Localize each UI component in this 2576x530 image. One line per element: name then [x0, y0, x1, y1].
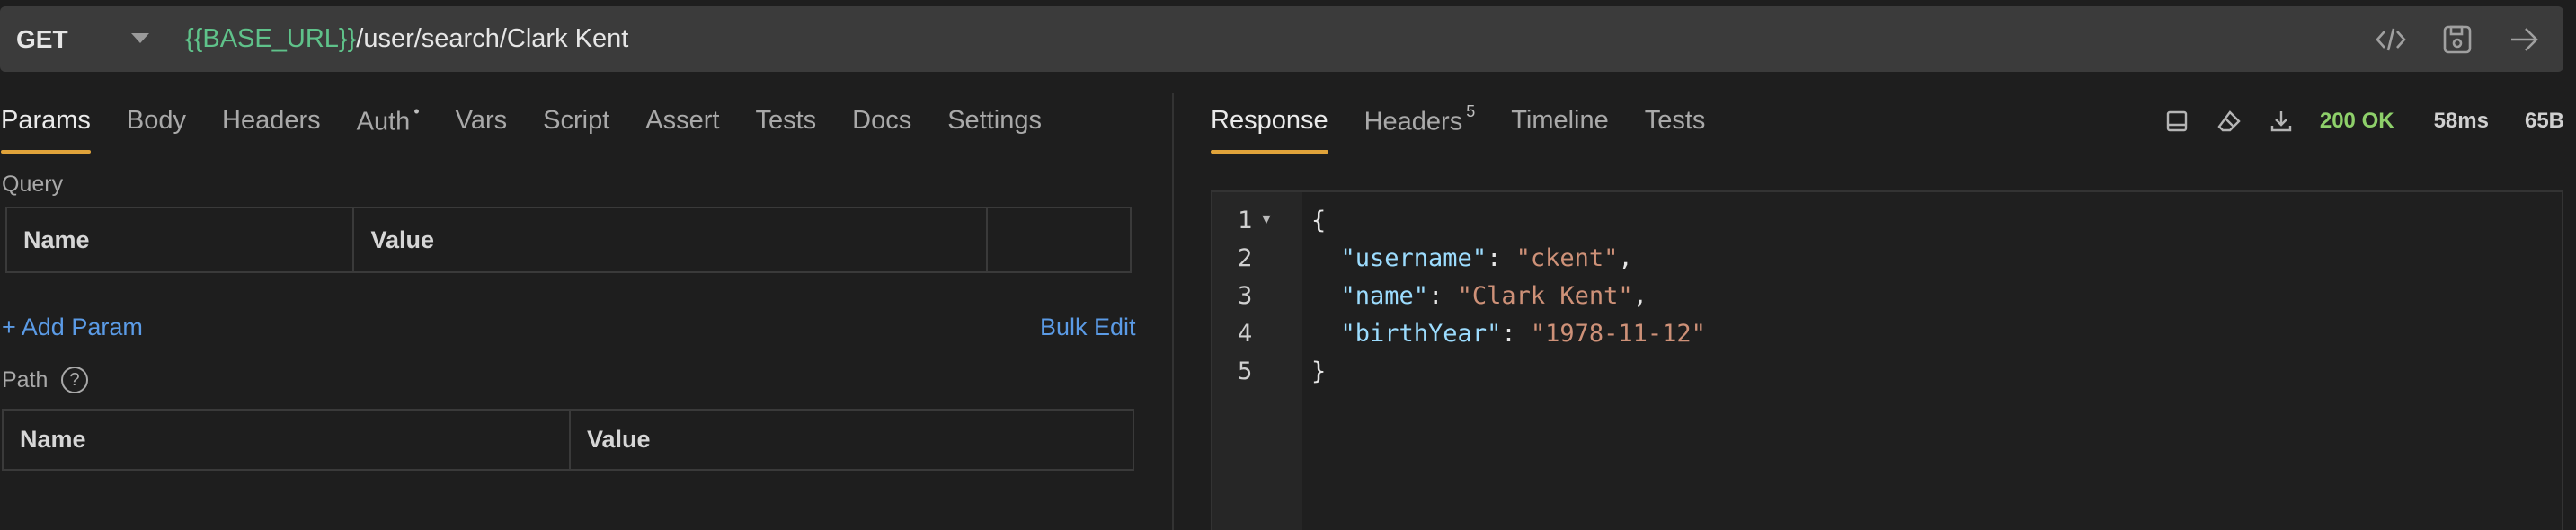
send-arrow-icon[interactable]: [2506, 22, 2542, 57]
tab-timeline[interactable]: Timeline: [1511, 106, 1609, 154]
download-icon[interactable]: [2268, 108, 2295, 135]
url-bar: GET {{BASE_URL}}/user/search/Clark Kent: [0, 6, 2563, 72]
query-name-header: Name: [4, 207, 355, 273]
path-value-header: Value: [568, 409, 1135, 471]
url-input[interactable]: {{BASE_URL}}/user/search/Clark Kent: [185, 24, 628, 54]
layout-icon[interactable]: [2163, 108, 2190, 135]
json-value: "Clark Kent": [1457, 282, 1633, 310]
tab-body[interactable]: Body: [127, 106, 186, 154]
query-label: Query: [2, 172, 64, 197]
tab-params[interactable]: Params: [1, 106, 91, 154]
line-gutter: [1212, 192, 1302, 530]
headers-count-badge: 5: [1466, 102, 1476, 120]
code-line: "name": "Clark Kent",: [1340, 282, 1648, 310]
request-tabs: Params Body Headers Auth • Vars Script As…: [1, 102, 1078, 154]
line-number: 3: [1238, 282, 1253, 310]
fold-toggle-icon[interactable]: ▼: [1259, 212, 1274, 228]
response-body-viewer[interactable]: 1 ▼ 2 3 4 5 { "username": "ckent", "name…: [1211, 190, 2563, 530]
response-status-bar: 200 OK 58ms 65B: [2163, 108, 2564, 135]
tab-assert[interactable]: Assert: [645, 106, 719, 154]
bulk-edit-button[interactable]: Bulk Edit: [1040, 314, 1136, 341]
method-select[interactable]: GET: [16, 25, 68, 54]
line-number: 2: [1238, 244, 1253, 272]
url-path: /user/search/Clark Kent: [356, 24, 629, 53]
path-params-table: Name Value: [2, 409, 1135, 471]
line-number: 4: [1238, 320, 1253, 348]
code-line: "username": "ckent",: [1340, 244, 1633, 272]
tab-response-headers[interactable]: Headers 5: [1364, 102, 1476, 154]
json-key: "username": [1340, 244, 1488, 272]
chevron-down-icon[interactable]: [131, 33, 149, 43]
tab-response[interactable]: Response: [1211, 106, 1328, 154]
code-icon[interactable]: [2373, 22, 2409, 57]
tab-script[interactable]: Script: [543, 106, 609, 154]
tab-headers[interactable]: Headers: [222, 106, 321, 154]
tab-auth[interactable]: Auth •: [357, 102, 420, 154]
line-number: 5: [1238, 358, 1253, 385]
code-line: {: [1311, 207, 1327, 234]
tab-tests[interactable]: Tests: [755, 106, 816, 154]
tab-settings[interactable]: Settings: [947, 106, 1042, 154]
response-tabs: Response Headers 5 Timeline Tests: [1211, 102, 1741, 154]
json-key: "name": [1340, 282, 1429, 310]
query-actions-header: [986, 207, 1132, 273]
help-icon[interactable]: ?: [61, 367, 88, 393]
response-size: 65B: [2524, 109, 2564, 133]
save-icon[interactable]: [2439, 22, 2475, 57]
code-line: }: [1311, 358, 1327, 385]
json-key: "birthYear": [1340, 320, 1502, 348]
query-params-table: Name Value: [4, 207, 1132, 273]
line-number: 1: [1238, 207, 1253, 234]
query-value-header: Value: [352, 207, 989, 273]
json-value: "ckent": [1515, 244, 1619, 272]
url-actions: [2373, 6, 2542, 72]
url-variable: {{BASE_URL}}: [185, 24, 357, 53]
tab-vars[interactable]: Vars: [456, 106, 507, 154]
json-value: "1978-11-12": [1530, 320, 1706, 348]
path-label: Path: [2, 367, 49, 393]
response-time: 58ms: [2433, 109, 2489, 133]
eraser-icon[interactable]: [2216, 108, 2243, 135]
auth-indicator: •: [413, 102, 420, 120]
pane-divider[interactable]: [1172, 93, 1174, 530]
status-code: 200 OK: [2319, 109, 2394, 133]
code-line: "birthYear": "1978-11-12": [1340, 320, 1706, 348]
add-param-button[interactable]: + Add Param: [2, 314, 143, 341]
tab-docs[interactable]: Docs: [852, 106, 911, 154]
path-name-header: Name: [2, 409, 571, 471]
tab-response-tests[interactable]: Tests: [1645, 106, 1706, 154]
